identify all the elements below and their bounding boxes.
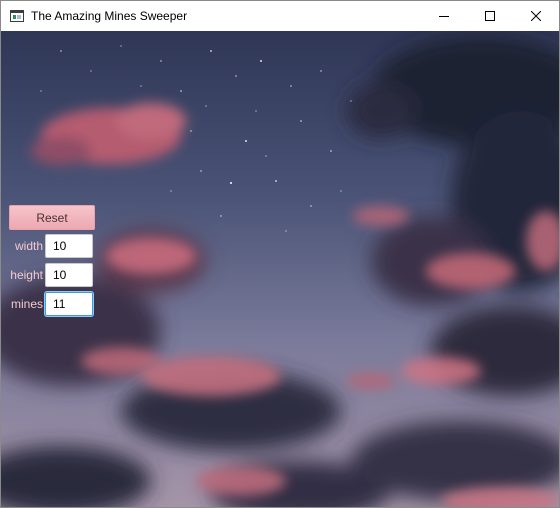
minimize-icon bbox=[439, 16, 449, 17]
mines-row: mines bbox=[1, 292, 93, 316]
maximize-button[interactable] bbox=[467, 1, 513, 31]
app-window: The Amazing Mines Sweeper Reset width 10… bbox=[0, 0, 560, 508]
mines-label: mines bbox=[10, 297, 43, 311]
close-icon bbox=[531, 11, 541, 21]
width-label: width bbox=[14, 239, 43, 253]
window-title: The Amazing Mines Sweeper bbox=[31, 9, 188, 23]
minimize-button[interactable] bbox=[421, 1, 467, 31]
maximize-icon bbox=[485, 11, 495, 21]
window-controls bbox=[421, 1, 559, 31]
close-button[interactable] bbox=[513, 1, 559, 31]
mines-input[interactable] bbox=[45, 292, 93, 316]
height-input[interactable] bbox=[45, 263, 93, 287]
reset-button[interactable]: Reset bbox=[9, 205, 95, 230]
app-icon bbox=[10, 10, 24, 22]
game-area: Reset width height mines bbox=[1, 31, 559, 507]
height-row: height bbox=[1, 263, 93, 287]
height-label: height bbox=[10, 268, 43, 282]
width-input[interactable] bbox=[45, 234, 93, 258]
title-bar[interactable]: The Amazing Mines Sweeper bbox=[1, 1, 559, 31]
width-row: width bbox=[1, 234, 93, 258]
